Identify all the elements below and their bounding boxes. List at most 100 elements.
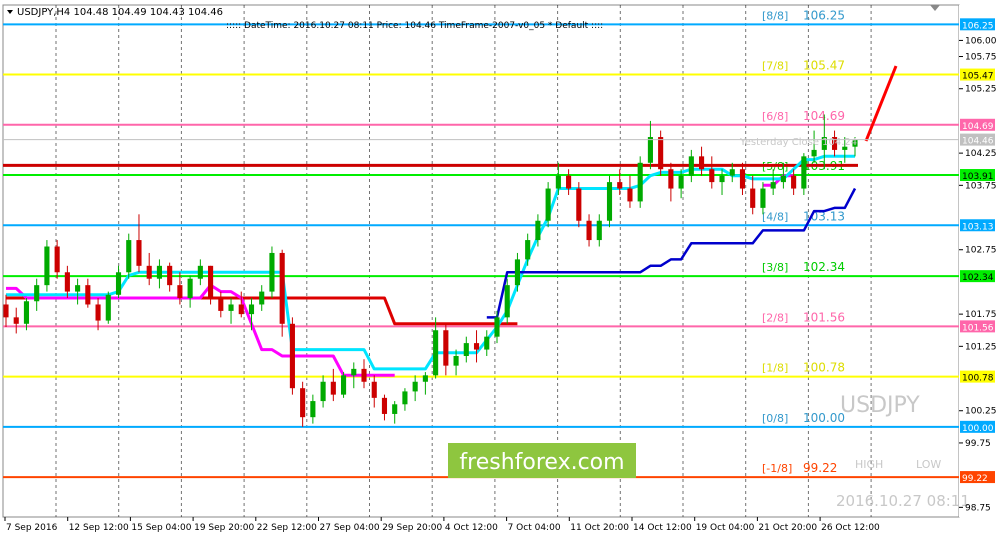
candle-body — [300, 388, 306, 418]
candle-body — [647, 137, 653, 163]
candle-body — [484, 336, 490, 350]
candle-body — [228, 304, 234, 311]
time-tick-label: 19 Sep 20:00 — [194, 523, 254, 533]
candle-body — [555, 175, 561, 189]
price-tick-label: 101.25 — [965, 342, 997, 352]
symbol-watermark: USDJPY — [840, 393, 920, 418]
murrey-label: [1/8] — [762, 362, 788, 375]
murrey-label: [4/8] — [762, 210, 788, 223]
price-tick-label: 98.75 — [965, 503, 991, 513]
candle-body — [126, 240, 132, 273]
murrey-value: 100.00 — [803, 411, 845, 425]
price-tick-label: 106.00 — [965, 36, 997, 46]
murrey-value: 106.25 — [803, 8, 845, 22]
candle-body — [13, 317, 19, 324]
candle-body — [105, 294, 111, 321]
price-tick-label: 105.75 — [965, 53, 997, 63]
candle-body — [576, 188, 582, 221]
time-tick-label: 7 Sep 2016 — [6, 523, 58, 533]
candle-body — [248, 304, 255, 315]
candle-body — [514, 259, 521, 286]
murrey-label: [3/8] — [762, 261, 788, 274]
candle-body — [566, 175, 572, 189]
time-tick-label: 29 Sep 20:00 — [382, 523, 442, 533]
candle-body — [770, 182, 776, 189]
current-price-tag-text: 104.46 — [962, 137, 994, 147]
candle-body — [289, 323, 295, 389]
murrey-price-tag-text: 103.13 — [962, 222, 994, 232]
murrey-value: 105.47 — [803, 59, 845, 73]
candle-body — [115, 272, 122, 295]
candle-body — [259, 291, 265, 305]
murrey-label: [8/8] — [762, 9, 788, 22]
candle-body — [95, 304, 101, 321]
candle-body — [310, 401, 316, 418]
time-tick-label: 22 Sep 12:00 — [257, 523, 317, 533]
candle-body — [688, 156, 694, 176]
candle-body — [637, 162, 643, 202]
time-tick-label: 14 Oct 12:00 — [633, 523, 692, 533]
murrey-label: [-1/8] — [762, 462, 792, 475]
candle-body — [494, 317, 500, 337]
candle-body — [279, 252, 285, 324]
price-tick-label: 104.25 — [965, 149, 997, 159]
candle-body — [340, 375, 347, 395]
candle-body — [504, 285, 510, 318]
candle-body — [699, 156, 705, 170]
candle-body — [392, 404, 398, 414]
candle-body — [351, 368, 357, 376]
symbol-info-line: USDJPY,H4 104.48 104.49 104.43 104.46 — [17, 7, 223, 18]
time-tick-label: 21 Oct 20:00 — [758, 523, 817, 533]
candle-body — [535, 220, 541, 241]
candle-body — [238, 304, 244, 315]
candle-body — [85, 285, 91, 305]
candle-body — [320, 381, 326, 402]
price-tick-label: 101.75 — [965, 310, 997, 320]
candle-body — [187, 278, 193, 299]
candle-body — [606, 182, 613, 221]
candle-body — [64, 272, 70, 292]
price-tick-label: 103.75 — [965, 181, 997, 191]
candle-body — [3, 304, 9, 318]
price-chart[interactable]: [8/8] 106.25 106.25 [7/8] 105.47 105.47 [6/8] 1… — [0, 0, 1001, 541]
candle-body — [709, 169, 715, 183]
candle-body — [658, 137, 664, 170]
time-tick-label: 12 Sep 12:00 — [69, 523, 129, 533]
candle-body — [586, 220, 592, 241]
candle-body — [596, 220, 602, 241]
murrey-price-tag-text: 104.69 — [962, 122, 994, 132]
murrey-label: [6/8] — [762, 110, 788, 123]
murrey-label: [2/8] — [762, 311, 788, 324]
yesterday-close-label: Yesterday Close 104.24 — [739, 137, 857, 148]
candle-body — [668, 169, 674, 189]
murrey-price-tag-text: 102.34 — [962, 273, 994, 283]
candle-body — [371, 381, 377, 398]
candle-body — [473, 343, 480, 350]
candle-body — [136, 240, 142, 266]
murrey-value: 99.22 — [803, 461, 837, 475]
candle-body — [750, 188, 756, 208]
candle-body — [545, 188, 551, 221]
price-tick-label: 99.75 — [965, 439, 991, 449]
murrey-value: 101.56 — [803, 310, 845, 324]
time-tick-label: 4 Oct 12:00 — [445, 523, 498, 533]
candle-body — [617, 182, 623, 189]
candle-body — [34, 285, 40, 302]
datetime-watermark: 2016.10.27 08:11 — [836, 492, 970, 510]
time-tick-label: 15 Sep 04:00 — [131, 523, 191, 533]
time-tick-label: 11 Oct 20:00 — [570, 523, 629, 533]
candle-body — [780, 175, 786, 183]
candle-body — [402, 391, 408, 405]
candle-body — [330, 381, 336, 395]
candle-body — [54, 246, 60, 273]
candle-body — [167, 265, 173, 286]
candle-body — [453, 355, 459, 366]
murrey-value: 102.34 — [803, 260, 845, 274]
candle-body — [156, 265, 162, 279]
murrey-value: 100.78 — [803, 361, 845, 375]
low-label: LOW — [916, 458, 941, 471]
candle-body — [412, 381, 418, 392]
candle-body — [791, 175, 797, 189]
murrey-price-tag-text: 99.22 — [962, 474, 988, 484]
candle-body — [381, 397, 388, 414]
